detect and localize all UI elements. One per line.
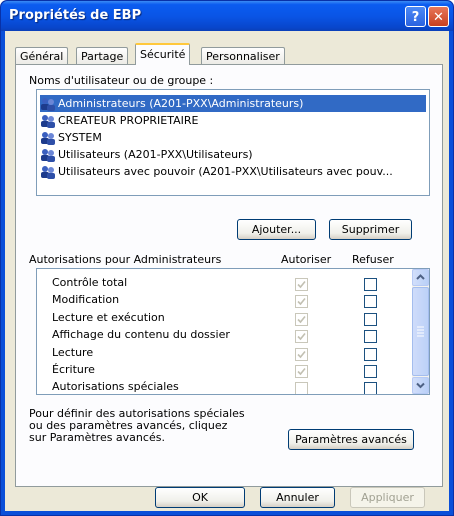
ok-button[interactable]: OK [155,487,245,508]
title-bar[interactable]: Propriétés de EBP ? ✕ [1,1,453,31]
tab-sharing[interactable]: Partage [76,47,129,64]
deny-checkbox[interactable] [364,278,377,291]
window-title: Propriétés de EBP [9,8,142,23]
deny-checkbox[interactable] [364,295,377,308]
tab-general[interactable]: Général [15,47,69,64]
permission-name: Écriture [52,363,95,376]
check-icon [297,297,306,306]
scroll-down-button[interactable] [412,377,429,394]
user-name: Utilisateurs (A201-PXX\Utilisateurs) [58,148,253,161]
user-group-icon [41,97,55,111]
user-name: Administrateurs (A201-PXX\Administrateur… [58,97,304,110]
list-item-user[interactable]: SYSTEM [40,129,426,146]
advanced-settings-button[interactable]: Paramètres avancés [288,429,414,450]
close-button[interactable]: ✕ [428,6,449,27]
permission-name: Lecture [52,346,94,359]
permission-name: Contrôle total [52,276,128,289]
help-icon: ? [411,10,420,25]
scroll-up-button[interactable] [412,269,429,286]
close-icon: ✕ [433,10,444,25]
user-group-icon [41,131,55,145]
user-group-icon [41,165,55,179]
permission-name: Affichage du contenu du dossier [52,328,230,341]
allow-checkbox[interactable] [295,278,308,291]
properties-window: Propriétés de EBP ? ✕ Général Partage Sé… [0,0,454,516]
deny-column-header: Refuser [352,253,394,266]
deny-checkbox[interactable] [364,330,377,343]
add-button[interactable]: Ajouter... [237,219,316,240]
allow-checkbox[interactable] [295,382,308,394]
deny-checkbox[interactable] [364,348,377,361]
allow-checkbox[interactable] [295,295,308,308]
user-name: SYSTEM [58,131,102,144]
chevron-up-icon [416,274,425,280]
tab-security[interactable]: Sécurité [135,43,191,65]
permission-name: Modification [52,293,120,306]
permission-name: Autorisations spéciales [52,380,179,393]
user-name: CREATEUR PROPRIETAIRE [58,114,199,127]
list-item-user[interactable]: Utilisateurs (A201-PXX\Utilisateurs) [40,146,426,163]
allow-column-header: Autoriser [281,253,332,266]
advanced-hint-text: Pour définir des autorisations spéciales… [29,408,245,444]
list-item-user[interactable]: CREATEUR PROPRIETAIRE [40,112,426,129]
chevron-down-icon [416,382,425,389]
permissions-scrollbar[interactable] [412,269,429,394]
list-item-user[interactable]: Utilisateurs avec pouvoir (A201-PXX\Util… [40,163,426,180]
check-icon [297,350,306,359]
cancel-button[interactable]: Annuler [260,487,335,508]
check-icon [297,367,306,376]
user-name: Utilisateurs avec pouvoir (A201-PXX\Util… [58,165,393,178]
allow-checkbox[interactable] [295,313,308,326]
tab-customize[interactable]: Personnaliser [201,47,285,64]
check-icon [297,315,306,324]
user-group-icon [41,114,55,128]
permissions-list[interactable]: Contrôle total Modification Lecture et e… [36,268,430,395]
help-button[interactable]: ? [405,6,426,27]
deny-checkbox[interactable] [364,365,377,378]
permission-name: Lecture et exécution [52,311,165,324]
list-item-user[interactable]: Administrateurs (A201-PXX\Administrateur… [40,95,426,112]
apply-button[interactable]: Appliquer [350,487,425,508]
deny-checkbox[interactable] [364,382,377,394]
allow-checkbox[interactable] [295,330,308,343]
remove-button[interactable]: Supprimer [329,219,412,240]
grip-icon [417,326,424,337]
permissions-label: Autorisations pour Administrateurs [29,253,222,266]
allow-checkbox[interactable] [295,365,308,378]
allow-checkbox[interactable] [295,348,308,361]
scroll-thumb[interactable] [412,287,429,376]
dialog-client-area: Général Partage Sécurité Personnaliser N… [5,31,449,511]
users-list-label: Noms d'utilisateur ou de groupe : [29,74,214,87]
check-icon [297,332,306,341]
check-icon [297,280,306,289]
deny-checkbox[interactable] [364,313,377,326]
users-list[interactable]: Administrateurs (A201-PXX\Administrateur… [36,89,430,196]
user-group-icon [41,148,55,162]
advanced-hint-line: sur Paramètres avancés. [29,431,165,444]
